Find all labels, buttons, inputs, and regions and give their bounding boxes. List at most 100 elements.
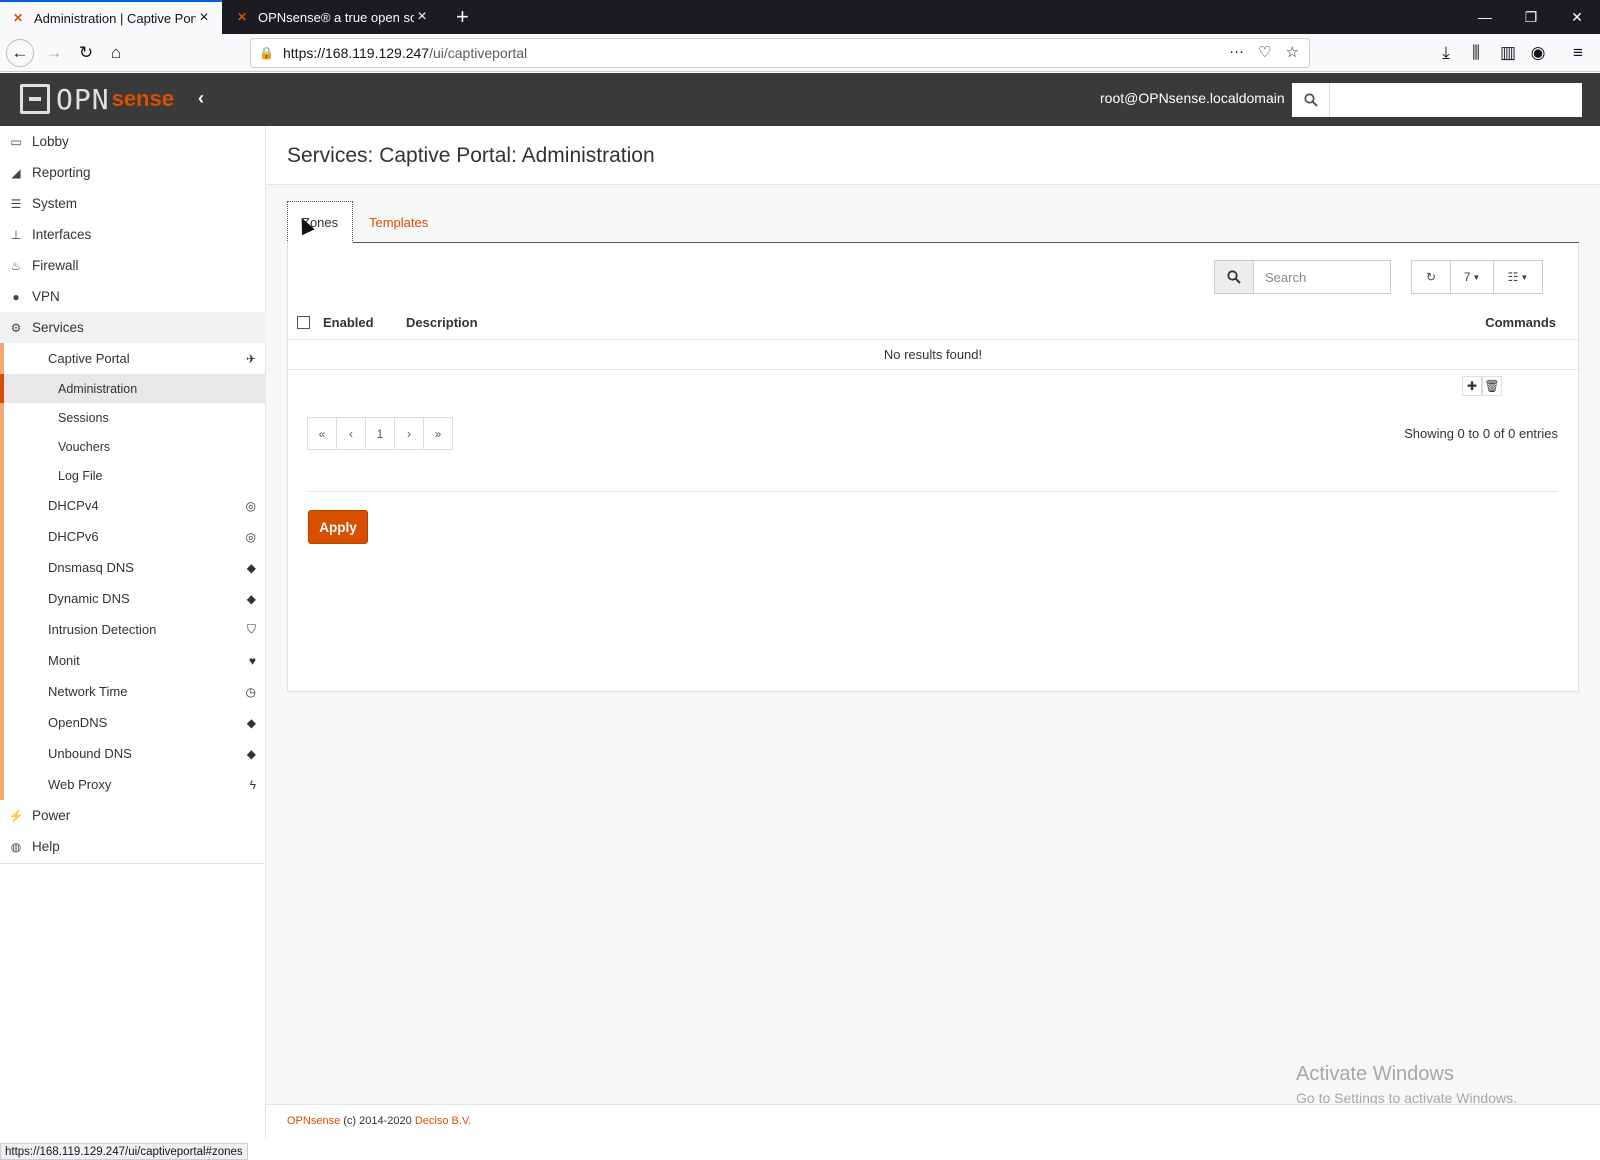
sidebar-item-firewall[interactable]: ♨ Firewall: [0, 250, 266, 281]
browser-tab-active[interactable]: ✕ Administration | Captive Portal ×: [0, 0, 222, 34]
pager-first[interactable]: «: [307, 417, 337, 450]
sidebar-item-dhcpv4[interactable]: DHCPv4 ◎: [0, 490, 266, 521]
sidebar-item-label: Services: [32, 320, 84, 335]
pocket-icon[interactable]: ♡: [1258, 43, 1271, 61]
sidebar-toggle-icon[interactable]: ▥: [1494, 39, 1522, 67]
sidebar-item-dynamic-dns[interactable]: Dynamic DNS ◆: [0, 583, 266, 614]
bookmark-star-icon[interactable]: ☆: [1286, 43, 1299, 61]
sidebar-item-system[interactable]: ☰ System: [0, 188, 266, 219]
library-icon[interactable]: ⫼: [1462, 39, 1490, 67]
sidebar-item-reporting[interactable]: ◢ Reporting: [0, 157, 266, 188]
sidebar-item-vpn[interactable]: ● VPN: [0, 281, 266, 312]
empty-table-message: No results found!: [288, 340, 1578, 370]
pager-next[interactable]: ›: [394, 417, 424, 450]
tags-icon: ◆: [246, 560, 256, 575]
user-account[interactable]: root@OPNsense.localdomain: [1100, 90, 1285, 106]
close-tab-icon[interactable]: ×: [414, 8, 430, 26]
sidebar-item-interfaces[interactable]: ⊥ Interfaces: [0, 219, 266, 250]
sidebar-item-power[interactable]: ⚡ Power: [0, 800, 266, 831]
delete-selected-button[interactable]: 🗑: [1482, 376, 1502, 396]
collapse-sidebar-icon[interactable]: ‹: [198, 88, 204, 109]
sidebar-item-label: Web Proxy: [48, 777, 112, 792]
column-enabled[interactable]: Enabled: [323, 315, 374, 330]
pager-last[interactable]: »: [423, 417, 453, 450]
opnsense-favicon-icon: ✕: [236, 10, 248, 24]
tags-icon: ◆: [246, 591, 256, 606]
pager-page-1[interactable]: 1: [365, 417, 395, 450]
tab-templates[interactable]: Templates: [355, 201, 442, 243]
logo-opn-text: OPN: [56, 82, 110, 116]
reload-icon[interactable]: ↻: [72, 39, 100, 67]
sidebar-item-label: Unbound DNS: [48, 746, 132, 761]
sidebar-item-services[interactable]: ⚙ Services: [0, 312, 266, 343]
logo-sense-text: sense: [111, 86, 174, 111]
sidebar-item-intrusion-detection[interactable]: Intrusion Detection ⛉: [0, 614, 266, 645]
minimize-icon[interactable]: —: [1462, 0, 1508, 34]
sidebar-item-label: Vouchers: [58, 439, 111, 454]
more-actions-icon[interactable]: ···: [1229, 43, 1244, 61]
sidebar-item-web-proxy[interactable]: Web Proxy ϟ: [0, 769, 266, 800]
downloads-icon[interactable]: ⤓: [1432, 39, 1460, 67]
restore-icon[interactable]: ❐: [1508, 0, 1554, 34]
sidebar-item-help[interactable]: ◍ Help: [0, 831, 266, 862]
select-all-checkbox[interactable]: [297, 316, 310, 329]
tags-icon: ◆: [246, 715, 256, 730]
sidebar-item-lobby[interactable]: ▭ Lobby: [0, 126, 266, 157]
browser-tab-inactive[interactable]: ✕ OPNsense® a true open source ×: [224, 0, 440, 34]
table-search-input[interactable]: [1253, 260, 1391, 294]
close-window-icon[interactable]: ✕: [1554, 0, 1600, 34]
opnsense-logo[interactable]: OPN sense: [20, 82, 174, 116]
columns-dropdown[interactable]: ☷ ▼: [1493, 260, 1543, 294]
plus-icon: ✚: [1466, 379, 1478, 393]
sidebar-item-log-file[interactable]: Log File: [0, 461, 266, 490]
footer-brand-link[interactable]: OPNsense: [287, 1115, 340, 1127]
url-bar[interactable]: 🔒 https://168.119.129.247 /ui/captivepor…: [250, 38, 1310, 68]
sidebar-item-unbound-dns[interactable]: Unbound DNS ◆: [0, 738, 266, 769]
refresh-button[interactable]: ↻: [1411, 260, 1451, 294]
sidebar-item-opendns[interactable]: OpenDNS ◆: [0, 707, 266, 738]
footer-company-link[interactable]: Deciso B.V.: [415, 1115, 471, 1127]
home-icon[interactable]: ⌂: [102, 39, 130, 67]
forward-icon[interactable]: →: [40, 39, 68, 67]
zones-panel: ↻ 7▼ ☷▼ Enabled Description Commands No …: [287, 243, 1579, 692]
add-zone-button[interactable]: ✚: [1462, 376, 1482, 396]
pager-prev[interactable]: ‹: [336, 417, 366, 450]
opnsense-logo-mark-icon: [20, 84, 50, 114]
tags-icon: ◆: [246, 746, 256, 761]
sidebar-item-label: Intrusion Detection: [48, 622, 157, 637]
menu-icon[interactable]: ≡: [1564, 39, 1592, 67]
sidebar-item-label: Sessions: [58, 410, 109, 425]
sidebar-item-vouchers[interactable]: Vouchers: [0, 432, 266, 461]
server-icon: ☰: [10, 196, 22, 211]
sidebar-item-label: Firewall: [32, 258, 79, 273]
search-icon[interactable]: [1214, 260, 1254, 294]
sidebar-item-administration[interactable]: Administration: [0, 374, 266, 403]
sidebar-item-network-time[interactable]: Network Time ◷: [0, 676, 266, 707]
sidebar-item-captive-portal[interactable]: Captive Portal ✈: [0, 343, 266, 374]
page-title: Services: Captive Portal: Administration: [287, 144, 655, 167]
sidebar-item-label: Interfaces: [32, 227, 92, 242]
close-tab-icon[interactable]: ×: [196, 9, 212, 27]
heartbeat-icon: ♥: [248, 653, 256, 668]
globe-icon: ●: [12, 289, 20, 304]
sidebar-item-label: Lobby: [32, 134, 69, 149]
search-icon[interactable]: [1292, 83, 1330, 117]
sidebar-item-dhcpv6[interactable]: DHCPv6 ◎: [0, 521, 266, 552]
browser-status-url: https://168.119.129.247/ui/captiveportal…: [0, 1143, 248, 1160]
pagination: « ‹ 1 › »: [307, 417, 453, 450]
sidebar-item-label: Monit: [48, 653, 80, 668]
apply-button[interactable]: Apply: [308, 510, 368, 544]
rows-per-page-dropdown[interactable]: 7 ▼: [1450, 260, 1494, 294]
table-header: Enabled Description Commands: [288, 305, 1578, 340]
account-icon[interactable]: ◉: [1524, 39, 1552, 67]
sidebar-item-label: Power: [32, 808, 71, 823]
sidebar-item-sessions[interactable]: Sessions: [0, 403, 266, 432]
header-search-input[interactable]: [1330, 83, 1582, 117]
sidebar-item-label: DHCPv6: [48, 529, 99, 544]
back-icon[interactable]: ←: [6, 39, 34, 67]
sidebar-item-dnsmasq-dns[interactable]: Dnsmasq DNS ◆: [0, 552, 266, 583]
column-description[interactable]: Description: [406, 315, 478, 330]
new-tab-icon[interactable]: +: [456, 4, 469, 30]
sidebar-item-monit[interactable]: Monit ♥: [0, 645, 266, 676]
cog-icon: ⚙: [10, 320, 22, 335]
